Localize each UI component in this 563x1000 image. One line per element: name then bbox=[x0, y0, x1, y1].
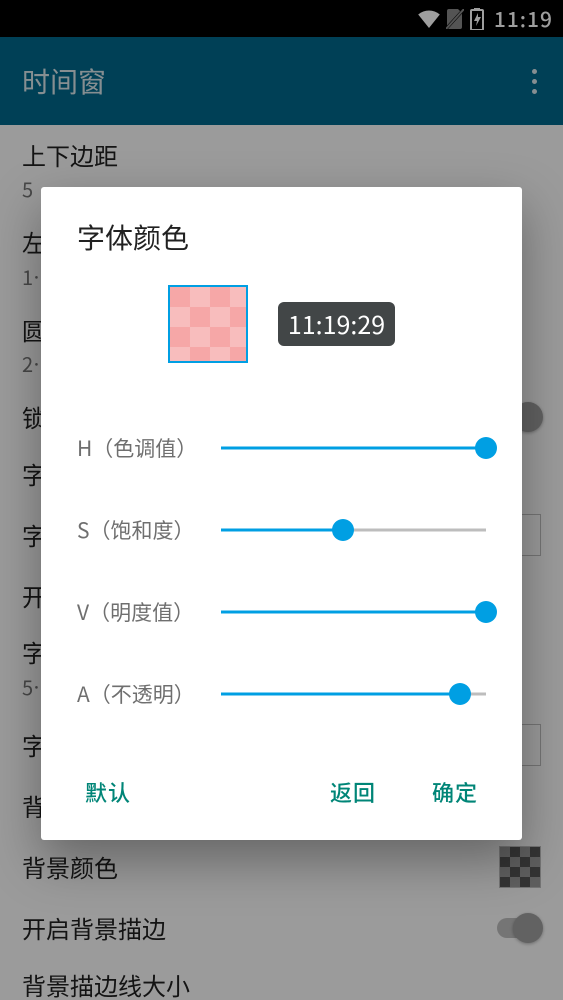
default-button[interactable]: 默认 bbox=[77, 764, 139, 820]
slider-label: H（色调值） bbox=[77, 433, 209, 463]
slider-group: H（色调值） S（饱和度） V（明度值） A（不透明 bbox=[77, 407, 486, 756]
slider-row-alpha: A（不透明） bbox=[77, 653, 486, 735]
slider-fill bbox=[221, 693, 460, 696]
slider-label: A（不透明） bbox=[77, 679, 209, 709]
slider-thumb[interactable] bbox=[475, 437, 497, 459]
color-preview-row: 11:19:29 bbox=[77, 285, 486, 363]
slider-thumb[interactable] bbox=[475, 601, 497, 623]
slider-thumb[interactable] bbox=[332, 519, 354, 541]
slider-saturation[interactable] bbox=[221, 515, 486, 545]
slider-hue[interactable] bbox=[221, 433, 486, 463]
slider-value[interactable] bbox=[221, 597, 486, 627]
slider-row-hue: H（色调值） bbox=[77, 407, 486, 489]
preview-time-badge: 11:19:29 bbox=[278, 302, 395, 346]
slider-label: V（明度值） bbox=[77, 597, 209, 627]
slider-label: S（饱和度） bbox=[77, 515, 209, 545]
back-button[interactable]: 返回 bbox=[322, 764, 384, 820]
slider-fill bbox=[221, 529, 343, 532]
slider-thumb[interactable] bbox=[449, 683, 471, 705]
slider-fill bbox=[221, 611, 486, 614]
slider-alpha[interactable] bbox=[221, 679, 486, 709]
slider-fill bbox=[221, 447, 486, 450]
color-preview-swatch[interactable] bbox=[168, 285, 248, 363]
dialog-actions: 默认 返回 确定 bbox=[77, 756, 486, 840]
slider-row-saturation: S（饱和度） bbox=[77, 489, 486, 571]
color-dialog: 字体颜色 11:19:29 H（色调值） S（饱和度） V（明度值） bbox=[41, 187, 522, 840]
ok-button[interactable]: 确定 bbox=[424, 764, 486, 820]
dialog-title: 字体颜色 bbox=[77, 217, 486, 257]
slider-row-value: V（明度值） bbox=[77, 571, 486, 653]
